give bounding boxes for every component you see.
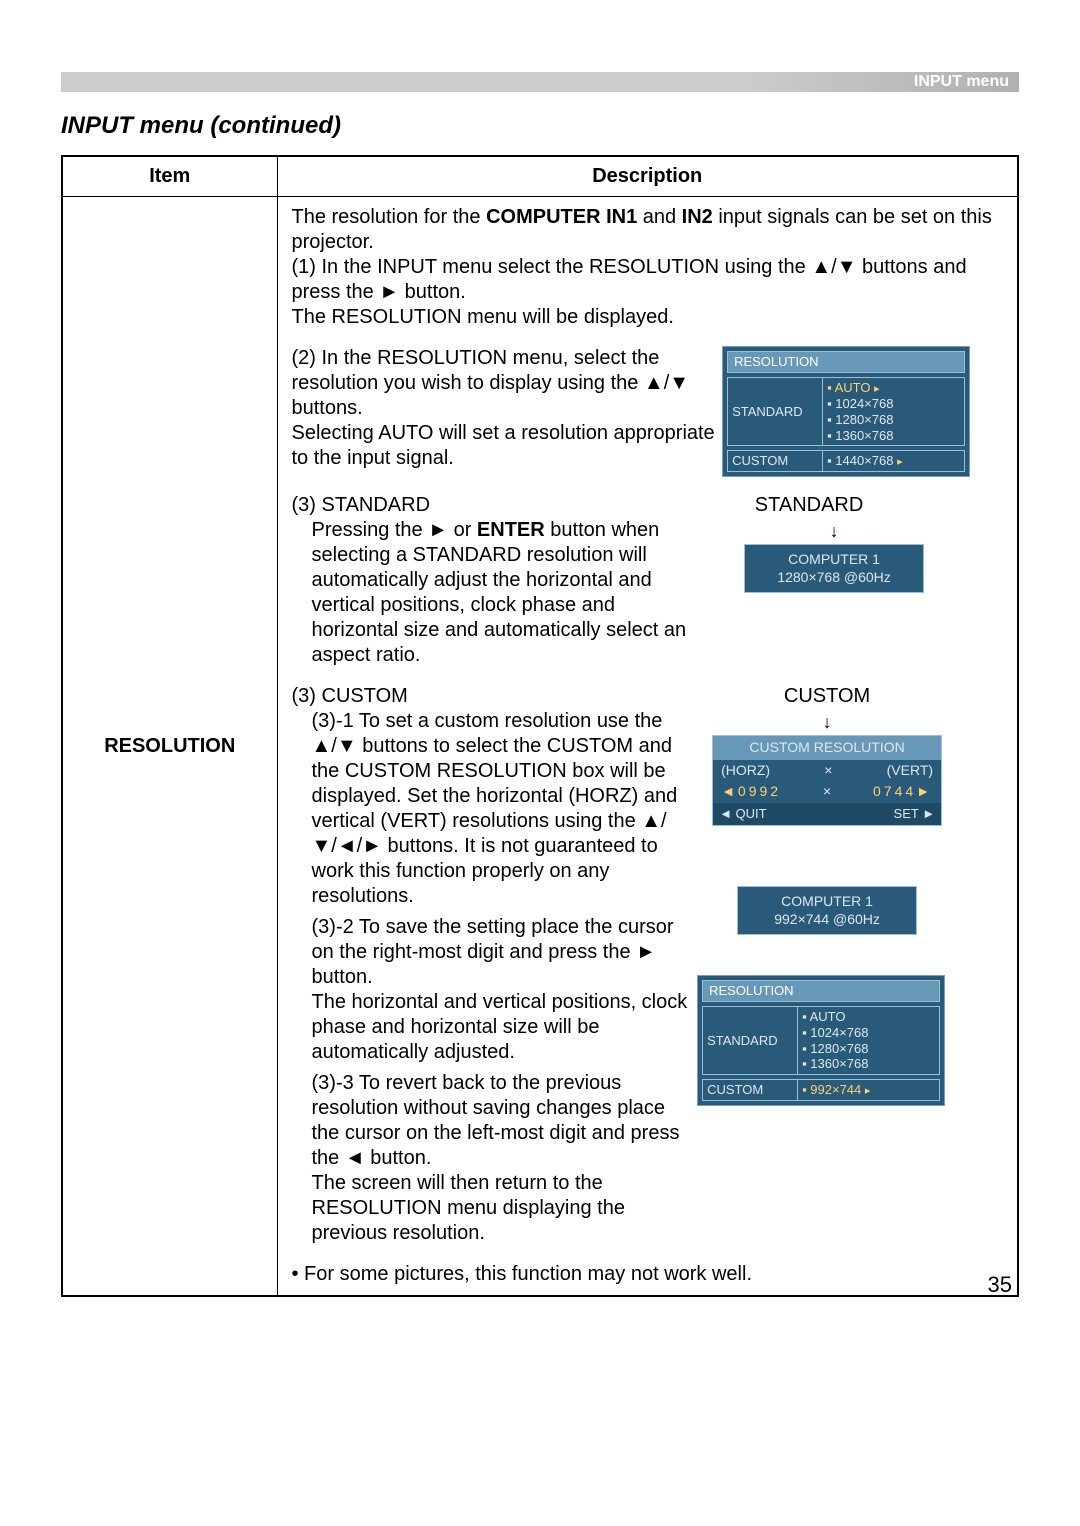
footer-note: • For some pictures, this function may n… <box>292 1262 1004 1287</box>
standard-result-box: COMPUTER 1 1280×768 @60Hz <box>744 544 924 593</box>
header-breadcrumb-bar: INPUT menu <box>61 72 1019 92</box>
chevron-right-icon <box>874 380 880 395</box>
cr-vert-val: 0744► <box>873 783 933 801</box>
osd-resolution-menu-2: RESOLUTION STANDARD AUTO 1024×768 1280×7… <box>697 975 945 1106</box>
resolution-table: Item Description RESOLUTION The resoluti… <box>61 155 1019 1297</box>
osd-resolution-menu-1: RESOLUTION STANDARD AUTO 1024×768 1280×7… <box>722 346 970 477</box>
page-number: 35 <box>988 1272 1012 1298</box>
description-cell: The resolution for the COMPUTER IN1 and … <box>277 197 1018 1297</box>
chevron-right-icon <box>865 1082 871 1097</box>
osd-res-3: 1360×768 <box>802 1056 935 1072</box>
intro-paragraph: The resolution for the COMPUTER IN1 and … <box>292 205 1004 330</box>
cr-horz-val: ◄0992 <box>721 783 781 801</box>
osd-auto: AUTO <box>802 1009 935 1025</box>
custom-label: CUSTOM <box>697 684 957 709</box>
chevron-right-icon <box>897 453 903 468</box>
step2-block: (2) In the RESOLUTION menu, select the r… <box>292 346 1004 477</box>
item-name: RESOLUTION <box>62 197 277 1297</box>
standard-label: STANDARD <box>709 493 909 518</box>
step3-custom-block: (3) CUSTOM (3)-1 To set a custom resolut… <box>292 684 1004 1246</box>
col-header-description: Description <box>277 156 1018 197</box>
osd-res-1: 1024×768 <box>802 1025 935 1041</box>
osd-res-3: 1360×768 <box>827 428 960 444</box>
osd-custom-label: CUSTOM <box>727 450 823 472</box>
down-arrow-icon: ↓ <box>697 713 957 731</box>
osd-res-1: 1024×768 <box>827 396 960 412</box>
section-title: INPUT menu (continued) <box>61 112 341 140</box>
osd-res-custom: 992×744 <box>802 1082 861 1097</box>
osd-title: RESOLUTION <box>702 980 940 1002</box>
cr-set: SET ► <box>894 806 936 822</box>
col-header-item: Item <box>62 156 277 197</box>
osd-standard-label: STANDARD <box>702 1006 798 1074</box>
cr-title: CUSTOM RESOLUTION <box>713 736 941 760</box>
osd-custom-label: CUSTOM <box>702 1079 798 1101</box>
custom-result-box: COMPUTER 1 992×744 @60Hz <box>737 886 917 935</box>
osd-title: RESOLUTION <box>727 351 965 373</box>
osd-auto: AUTO <box>827 380 870 395</box>
step3-standard-block: (3) STANDARD Pressing the ► or ENTER but… <box>292 493 1004 668</box>
down-arrow-icon: ↓ <box>709 522 959 540</box>
osd-standard-label: STANDARD <box>727 377 823 446</box>
osd-res-2: 1280×768 <box>827 412 960 428</box>
breadcrumb-text: INPUT menu <box>914 72 1019 92</box>
osd-res-2: 1280×768 <box>802 1041 935 1057</box>
cr-quit: ◄ QUIT <box>719 806 767 822</box>
custom-resolution-box: CUSTOM RESOLUTION (HORZ) × (VERT) ◄0992 … <box>712 735 942 826</box>
osd-res-4: 1440×768 <box>827 453 893 468</box>
